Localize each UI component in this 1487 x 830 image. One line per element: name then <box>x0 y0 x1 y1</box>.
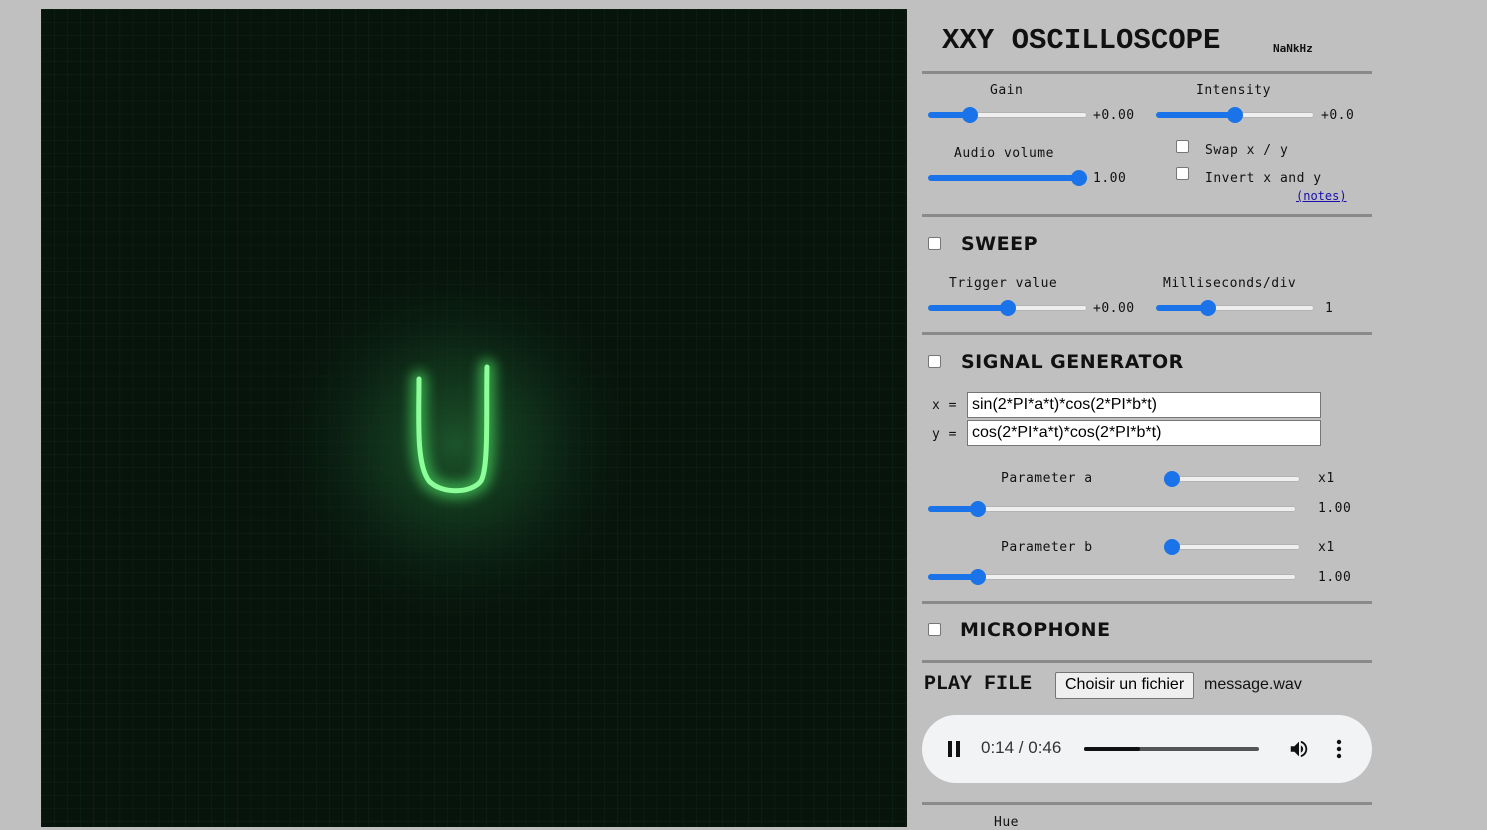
player-progress-fill <box>1084 747 1140 751</box>
audio-player: 0:14 / 0:46 <box>922 715 1372 783</box>
slider-thumb[interactable] <box>970 569 987 585</box>
player-time: 0:14 / 0:46 <box>981 738 1062 757</box>
y-expr-label: y = <box>932 427 957 442</box>
signal-generator-title: SIGNAL GENERATOR <box>961 351 1184 373</box>
divider <box>922 332 1372 335</box>
slider-thumb[interactable] <box>999 300 1016 316</box>
gain-value: +0.00 <box>1093 108 1135 123</box>
trigger-label: Trigger value <box>949 276 1058 291</box>
frequency-readout: NaNkHz <box>1273 42 1313 55</box>
audio-volume-slider[interactable] <box>928 170 1087 186</box>
param-b-coarse-slider[interactable] <box>1164 539 1300 555</box>
microphone-checkbox[interactable] <box>928 623 941 636</box>
pause-icon[interactable] <box>946 740 962 758</box>
app-title: XXY OSCILLOSCOPE <box>942 24 1221 57</box>
notes-link[interactable]: (notes) <box>1296 189 1347 203</box>
more-options-icon[interactable] <box>1333 739 1345 759</box>
audio-volume-value: 1.00 <box>1093 171 1127 186</box>
param-a-fine-slider[interactable] <box>928 501 1296 517</box>
intensity-slider[interactable] <box>1156 107 1314 123</box>
scope-display <box>41 9 907 827</box>
play-file-title: PLAY FILE <box>924 673 1033 696</box>
swap-xy-checkbox[interactable] <box>1176 140 1189 153</box>
divider <box>922 802 1372 805</box>
param-a-label: Parameter a <box>1001 471 1093 486</box>
swap-xy-label: Swap x / y <box>1205 143 1289 158</box>
slider-thumb[interactable] <box>1200 300 1217 316</box>
microphone-title: MICROPHONE <box>960 619 1111 641</box>
slider-thumb[interactable] <box>970 501 987 517</box>
gain-label: Gain <box>990 83 1024 98</box>
invert-xy-checkbox[interactable] <box>1176 167 1189 180</box>
param-a-coarse-slider[interactable] <box>1164 471 1300 487</box>
param-a-multiplier: x1 <box>1318 471 1335 486</box>
intensity-value: +0.0 <box>1321 108 1355 123</box>
sweep-title: SWEEP <box>961 233 1039 255</box>
gain-slider[interactable] <box>928 107 1087 123</box>
ms-per-div-label: Milliseconds/div <box>1163 276 1297 291</box>
divider <box>922 601 1372 604</box>
ms-per-div-slider[interactable] <box>1156 300 1314 316</box>
param-b-multiplier: x1 <box>1318 540 1335 555</box>
volume-icon[interactable] <box>1288 738 1310 760</box>
slider-thumb[interactable] <box>1164 471 1180 487</box>
file-name: message.wav <box>1204 676 1302 693</box>
choose-file-button[interactable]: Choisir un fichier <box>1055 672 1195 699</box>
divider <box>922 660 1372 663</box>
sweep-checkbox[interactable] <box>928 237 941 250</box>
oscilloscope-screen <box>41 9 907 827</box>
phosphor-glow <box>266 254 646 634</box>
trigger-value: +0.00 <box>1093 301 1135 316</box>
x-expr-label: x = <box>932 398 957 413</box>
param-a-value: 1.00 <box>1318 501 1352 516</box>
param-b-label: Parameter b <box>1001 540 1093 555</box>
ms-per-div-value: 1 <box>1325 301 1334 316</box>
slider-thumb[interactable] <box>962 107 979 123</box>
slider-thumb[interactable] <box>1227 107 1243 123</box>
param-b-fine-slider[interactable] <box>928 569 1296 585</box>
hue-label: Hue <box>994 815 1019 830</box>
control-panel: XXY OSCILLOSCOPE NaNkHz Gain +0.00 Inten… <box>922 0 1372 830</box>
param-b-value: 1.00 <box>1318 570 1352 585</box>
intensity-label: Intensity <box>1196 83 1271 98</box>
signal-generator-checkbox[interactable] <box>928 355 941 368</box>
audio-volume-label: Audio volume <box>954 146 1054 161</box>
divider <box>922 71 1372 74</box>
invert-xy-label: Invert x and y <box>1205 171 1322 186</box>
x-expression-input[interactable]: sin(2*PI*a*t)*cos(2*PI*b*t) <box>967 392 1321 418</box>
slider-thumb[interactable] <box>1071 170 1087 186</box>
y-expression-input[interactable]: cos(2*PI*a*t)*cos(2*PI*b*t) <box>967 420 1321 446</box>
player-progress-bar[interactable] <box>1084 747 1259 751</box>
slider-thumb[interactable] <box>1164 539 1180 555</box>
divider <box>922 214 1372 217</box>
trigger-slider[interactable] <box>928 300 1087 316</box>
